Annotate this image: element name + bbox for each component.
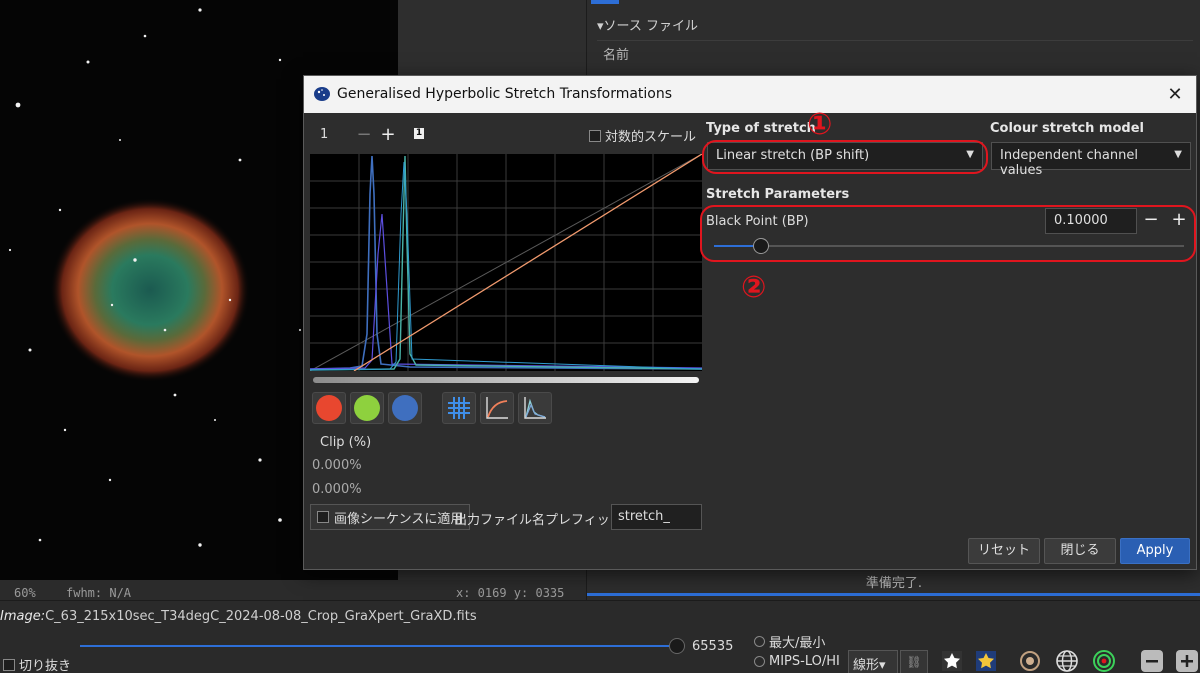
red-channel-button[interactable] (312, 392, 346, 424)
stretch-parameters-label: Stretch Parameters (706, 187, 850, 202)
source-files-toggle[interactable]: ▾ソース ファイル (597, 15, 698, 34)
radio-minmax-label: 最大/最小 (769, 636, 826, 651)
checkbox-box[interactable] (3, 658, 15, 671)
dialog-titlebar[interactable]: Generalised Hyperbolic Stretch Transform… (304, 76, 1196, 113)
crop-checkbox[interactable]: 切り抜き (3, 655, 71, 673)
clip-low-value: 0.000% (312, 458, 362, 473)
target-icon[interactable] (1092, 649, 1116, 673)
image-filename-text: C_63_215x10sec_T34degC_2024-08-08_Crop_G… (45, 609, 477, 624)
grid-toggle-button[interactable] (442, 392, 476, 424)
zoom-minus-button[interactable]: − (352, 124, 376, 145)
checkbox-box[interactable] (588, 129, 601, 142)
radio-minmax[interactable]: 最大/最小 (754, 632, 825, 651)
curve-icon (486, 397, 508, 419)
checkbox-box[interactable] (317, 511, 329, 523)
display-slider-track[interactable] (80, 645, 680, 647)
histogram-toggle-button[interactable] (518, 392, 552, 424)
view-buttons (442, 392, 552, 424)
zoom-in-icon[interactable] (1175, 649, 1199, 673)
colour-stretch-model-value: Independent channel values (1000, 148, 1138, 178)
max-value: 65535 (692, 639, 734, 654)
histogram-zoom-spinner[interactable]: 1 − + (312, 122, 404, 146)
star-tool-icon[interactable] (940, 649, 964, 673)
radio-mips[interactable]: MIPS-LO/HI (754, 654, 840, 669)
dialog-title: Generalised Hyperbolic Stretch Transform… (337, 86, 673, 102)
zoom-level: 60% (14, 586, 36, 600)
blue-channel-button[interactable] (388, 392, 422, 424)
green-channel-icon (354, 395, 380, 421)
histogram-display[interactable] (309, 153, 703, 372)
reset-button[interactable]: リセット (968, 538, 1040, 564)
grid-icon (448, 397, 470, 419)
image-label: Image: (0, 609, 46, 624)
type-of-stretch-label: Type of stretch (706, 121, 816, 136)
close-icon[interactable]: ✕ (1162, 82, 1188, 108)
red-channel-icon (316, 395, 342, 421)
blue-channel-icon (392, 395, 418, 421)
zoom-out-icon[interactable] (1140, 649, 1164, 673)
bottom-toolbar: Image:C_63_215x10sec_T34degC_2024-08-08_… (0, 600, 1200, 673)
annotation-box-2 (700, 205, 1196, 262)
apply-sequence-checkbox[interactable]: 画像シーケンスに適用 (310, 504, 471, 530)
zoom-plus-button[interactable]: + (376, 124, 400, 145)
apply-sequence-label: 画像シーケンスに適用 (334, 511, 464, 527)
histogram-plot (309, 153, 703, 372)
status-text: 準備完了. (865, 576, 923, 591)
apply-button[interactable]: Apply (1120, 538, 1190, 564)
clip-high-value: 0.000% (312, 482, 362, 497)
display-slider-handle[interactable] (669, 638, 685, 654)
star-color-icon[interactable] (974, 649, 998, 673)
link-icon[interactable]: ⛓ (900, 650, 928, 673)
ght-dialog: Generalised Hyperbolic Stretch Transform… (303, 75, 1197, 570)
globe-icon[interactable] (1055, 649, 1079, 673)
log-scale-checkbox[interactable]: 対数的スケール (588, 126, 696, 145)
radio-circle[interactable] (754, 656, 765, 667)
progress-bar (587, 593, 1200, 596)
colour-stretch-model-label: Colour stretch model (990, 121, 1144, 136)
green-channel-button[interactable] (350, 392, 384, 424)
crop-label: 切り抜き (19, 659, 72, 673)
annotation-box-1 (702, 140, 988, 174)
fwhm-readout: fwhm: N/A (66, 586, 132, 600)
image-filename: Image:C_63_215x10sec_T34degC_2024-08-08_… (0, 609, 477, 624)
name-column-header[interactable]: 名前 (597, 40, 1193, 64)
histogram-zoom-value[interactable]: 1 (312, 127, 352, 142)
annotation-number-1: ① (807, 107, 833, 142)
colour-stretch-model-select[interactable]: Independent channel values ▼ (991, 142, 1191, 178)
log-scale-label: 対数的スケール (604, 130, 696, 145)
prefix-input[interactable]: stretch_ (611, 504, 702, 530)
siril-app-icon (314, 87, 330, 101)
galaxy-icon[interactable] (1018, 649, 1042, 673)
channel-buttons (312, 392, 422, 424)
histogram-gradient-bar (313, 377, 699, 383)
radio-mips-label: MIPS-LO/HI (769, 654, 840, 669)
active-tab-indicator[interactable] (591, 0, 619, 4)
annotation-number-2: ② (741, 270, 767, 305)
dropdown-arrow-icon: ▼ (1174, 149, 1182, 160)
histogram-icon (524, 397, 546, 419)
cursor-readout: x: 0169 y: 0335 (456, 586, 565, 600)
one-to-one-badge[interactable]: 1 (414, 128, 424, 139)
scale-mode-select[interactable]: 線形▾ (848, 650, 898, 673)
radio-circle[interactable] (754, 636, 765, 647)
clip-label: Clip (%) (320, 435, 372, 450)
close-button[interactable]: 閉じる (1044, 538, 1116, 564)
curve-toggle-button[interactable] (480, 392, 514, 424)
